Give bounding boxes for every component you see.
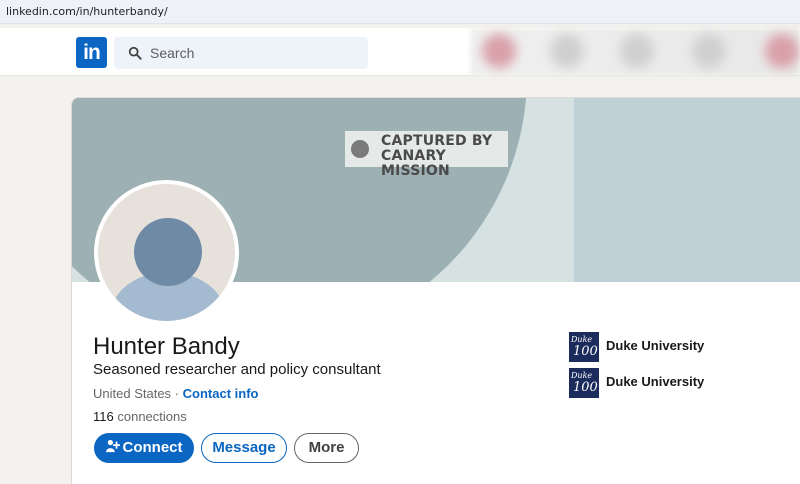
logo-line2: 100 bbox=[573, 380, 598, 395]
watermark-line2: CANARY MISSION bbox=[381, 148, 450, 179]
message-button[interactable]: Message bbox=[201, 433, 287, 463]
search-box[interactable]: Search bbox=[114, 37, 368, 69]
watermark-text: CAPTURED BY CANARY MISSION bbox=[381, 134, 508, 179]
connect-button[interactable]: Connect bbox=[94, 433, 194, 463]
location: United States bbox=[93, 386, 172, 401]
contact-info-link[interactable]: Contact info bbox=[183, 386, 259, 401]
watermark-line1: CAPTURED BY bbox=[381, 133, 493, 149]
search-input[interactable]: Search bbox=[150, 45, 194, 61]
search-icon bbox=[128, 46, 142, 60]
add-person-icon bbox=[105, 439, 120, 453]
duke-logo: Duke 100 bbox=[569, 368, 599, 398]
logo-line2: 100 bbox=[573, 344, 598, 359]
education-name: Duke University bbox=[606, 338, 705, 353]
connect-label: Connect bbox=[122, 439, 183, 456]
url-text[interactable]: linkedin.com/in/hunterbandy/ bbox=[6, 5, 168, 18]
nav-icons-blurred bbox=[470, 28, 800, 76]
avatar[interactable] bbox=[94, 180, 239, 325]
education-name: Duke University bbox=[606, 374, 705, 389]
profile-location-line: United States · Contact info bbox=[93, 386, 258, 401]
nav-blob-icon bbox=[765, 34, 799, 68]
browser-address-bar[interactable]: linkedin.com/in/hunterbandy/ bbox=[0, 0, 800, 24]
more-button[interactable]: More bbox=[294, 433, 359, 463]
profile-card: CAPTURED BY CANARY MISSION Hunter Bandy … bbox=[71, 97, 800, 484]
avatar-head bbox=[134, 218, 202, 286]
watermark: CAPTURED BY CANARY MISSION bbox=[345, 131, 508, 179]
profile-name: Hunter Bandy bbox=[93, 333, 240, 360]
linkedin-logo[interactable]: in bbox=[76, 37, 107, 68]
connections-label: connections bbox=[117, 409, 187, 424]
connections-count: 116 bbox=[93, 409, 114, 424]
canary-icon bbox=[351, 140, 369, 158]
nav-blob-icon bbox=[692, 34, 726, 68]
top-navbar: in Search bbox=[0, 28, 800, 76]
connections[interactable]: 116 connections bbox=[93, 409, 187, 424]
profile-headline: Seasoned researcher and policy consultan… bbox=[93, 361, 381, 378]
logo-line1: Duke bbox=[571, 335, 593, 344]
separator: · bbox=[174, 386, 180, 401]
nav-blob-icon bbox=[550, 34, 584, 68]
logo-line1: Duke bbox=[571, 371, 593, 380]
duke-logo: Duke 100 bbox=[569, 332, 599, 362]
nav-blob-icon bbox=[620, 34, 654, 68]
nav-blob-icon bbox=[482, 34, 516, 68]
